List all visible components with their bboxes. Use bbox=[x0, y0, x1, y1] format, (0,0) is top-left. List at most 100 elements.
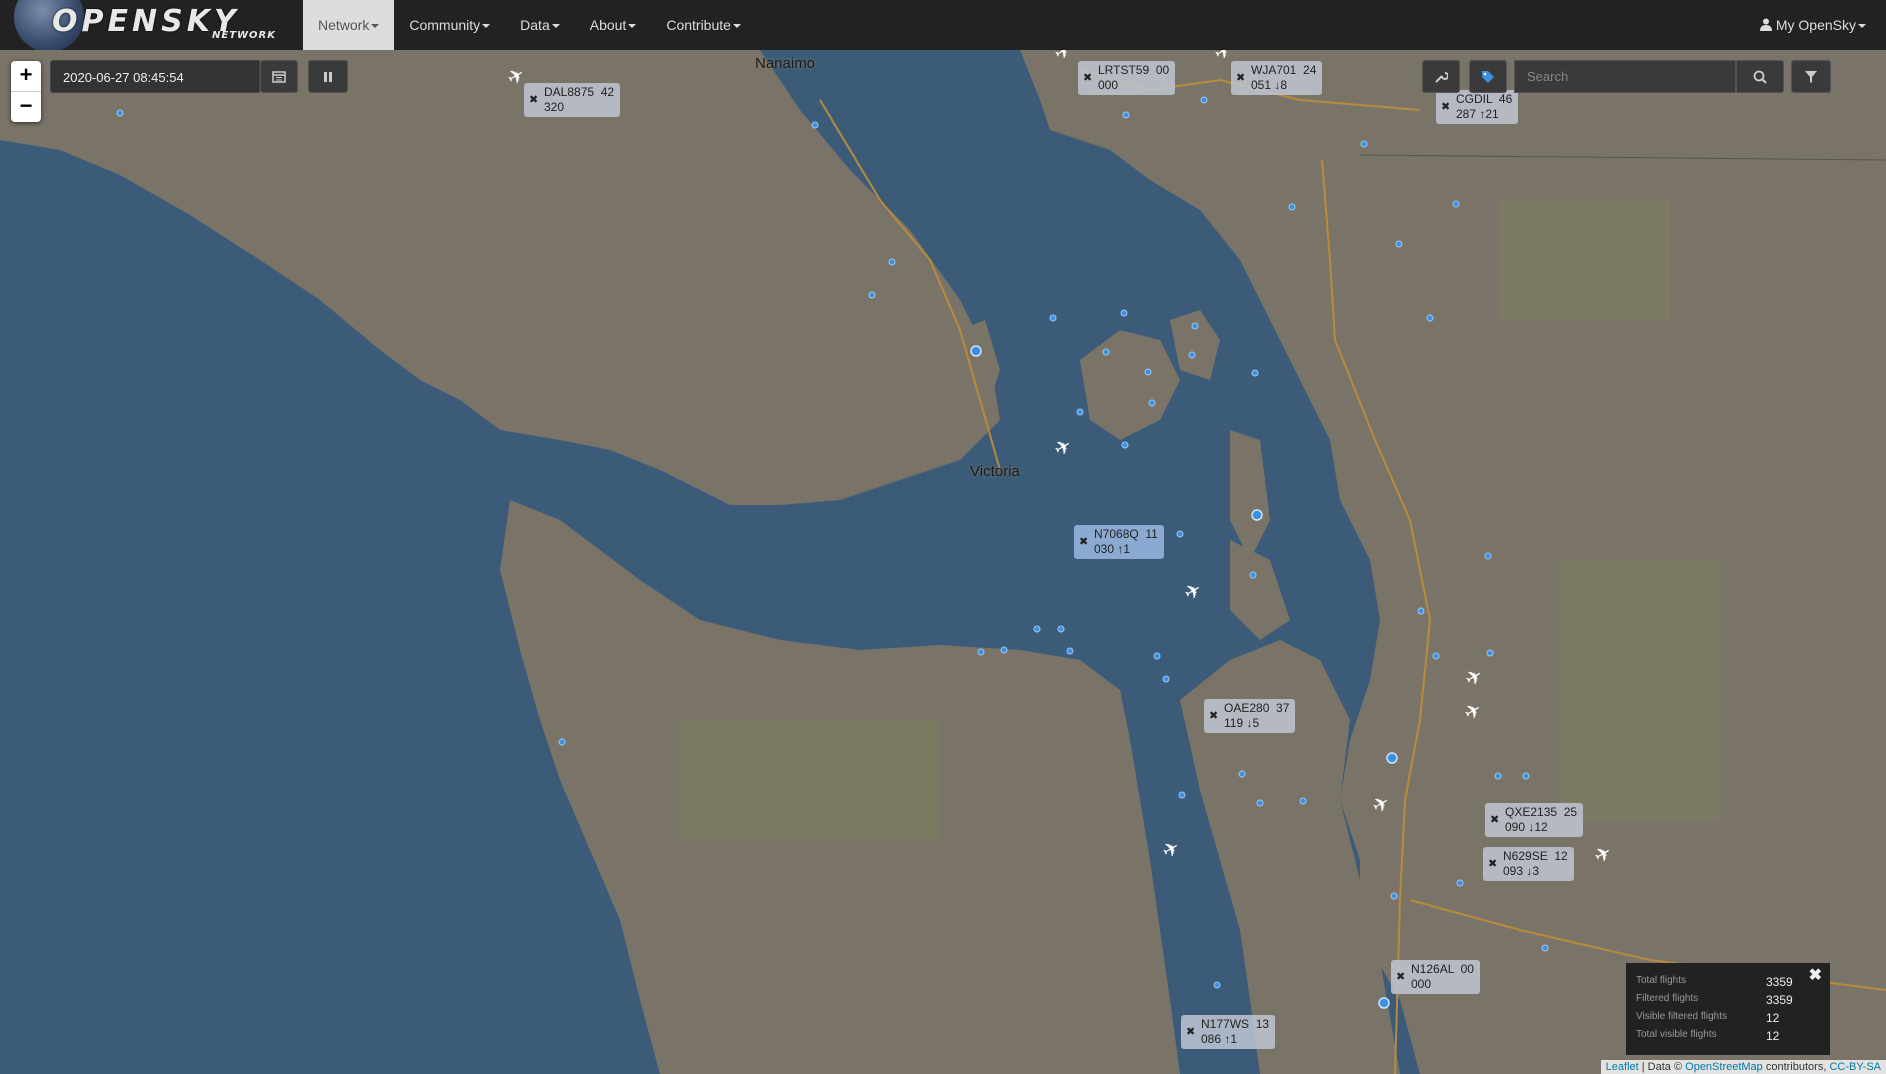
nav-community[interactable]: Community bbox=[394, 0, 505, 50]
receiver-marker bbox=[116, 109, 124, 117]
stat-label: Visible filtered flights bbox=[1636, 1011, 1727, 1022]
stat-value: 3359 bbox=[1766, 993, 1793, 1007]
datetime-display[interactable]: 2020-06-27 08:45:54 bbox=[50, 60, 260, 93]
stat-label: Total visible flights bbox=[1636, 1029, 1717, 1040]
settings-button[interactable] bbox=[1422, 60, 1460, 93]
flight-label[interactable]: ✖ CGDIL 46 287 ↑21 bbox=[1436, 90, 1519, 124]
osm-link[interactable]: OpenStreetMap bbox=[1685, 1061, 1763, 1073]
pin-icon[interactable]: ✖ bbox=[529, 93, 538, 108]
caret-down-icon bbox=[732, 24, 741, 29]
flight-heading: 320 bbox=[544, 100, 565, 114]
flight-label[interactable]: ✖ WJA701 24 051 ↓8 bbox=[1231, 61, 1323, 95]
flight-label[interactable]: ✖ N126AL 00 000 bbox=[1391, 960, 1480, 994]
pin-icon[interactable]: ✖ bbox=[1490, 813, 1499, 828]
my-opensky-label: My OpenSky bbox=[1775, 17, 1856, 33]
flight-label[interactable]: ✖ QXE2135 25 090 ↓12 bbox=[1485, 803, 1584, 837]
pin-icon[interactable]: ✖ bbox=[1396, 970, 1405, 985]
nav-community-label: Community bbox=[409, 17, 481, 33]
receiver-marker bbox=[1144, 368, 1152, 376]
flight-altitude: 00 bbox=[1460, 962, 1474, 976]
flight-heading: 119 ↓5 bbox=[1224, 716, 1260, 730]
nav-network-label: Network bbox=[318, 17, 370, 33]
flight-heading: 000 bbox=[1098, 78, 1119, 92]
receiver-marker bbox=[1432, 652, 1440, 660]
nav-about[interactable]: About bbox=[575, 0, 652, 50]
top-navbar: OPENSKY NETWORK Network Community Data A… bbox=[0, 0, 1886, 50]
receiver-marker bbox=[1122, 111, 1130, 119]
flight-altitude: 42 bbox=[600, 85, 615, 99]
receiver-marker bbox=[1251, 509, 1263, 521]
receiver-marker bbox=[1153, 652, 1161, 660]
flight-label[interactable]: ✖ N177WS 13 086 ↑1 bbox=[1181, 1015, 1276, 1049]
receiver-marker bbox=[811, 121, 819, 129]
pin-icon[interactable]: ✖ bbox=[1441, 100, 1450, 115]
receiver-marker bbox=[970, 345, 982, 357]
license-link[interactable]: CC-BY-SA bbox=[1829, 1061, 1881, 1073]
zoom-out-button[interactable]: − bbox=[11, 92, 41, 122]
nav-data[interactable]: Data bbox=[505, 0, 575, 50]
flight-heading: 287 ↑21 bbox=[1456, 107, 1499, 121]
label-toggle-button[interactable] bbox=[1469, 60, 1507, 93]
flight-callsign: QXE2135 bbox=[1505, 805, 1558, 819]
pin-icon[interactable]: ✖ bbox=[1083, 71, 1092, 86]
receiver-marker bbox=[1148, 399, 1156, 407]
receiver-marker bbox=[1390, 892, 1398, 900]
receiver-marker bbox=[1452, 200, 1460, 208]
search-icon bbox=[1753, 70, 1767, 84]
receiver-marker bbox=[1541, 944, 1549, 952]
receiver-marker bbox=[1249, 571, 1257, 579]
zoom-control: + − bbox=[11, 61, 41, 122]
pin-icon[interactable]: ✖ bbox=[1488, 857, 1497, 872]
filter-button[interactable] bbox=[1791, 60, 1831, 93]
flight-altitude: 12 bbox=[1554, 849, 1568, 863]
flight-label[interactable]: ✖ DAL8875 42 320 bbox=[524, 83, 621, 117]
search-button[interactable] bbox=[1736, 60, 1784, 93]
caret-down-icon bbox=[371, 24, 380, 29]
pin-icon[interactable]: ✖ bbox=[1236, 71, 1245, 86]
pin-icon[interactable]: ✖ bbox=[1209, 709, 1218, 724]
flight-label[interactable]: ✖ N629SE 12 093 ↓3 bbox=[1483, 847, 1574, 881]
stat-value: 12 bbox=[1766, 1029, 1780, 1043]
receiver-marker bbox=[1102, 348, 1110, 356]
flight-map[interactable]: Nanaimo Victoria ✈ ✈ ✈ ✈ ✈ ✈ ✈ ✈ ✈ ✈ ✖ DA… bbox=[0, 50, 1886, 1074]
pause-button[interactable] bbox=[308, 60, 348, 93]
map-label-nanaimo: Nanaimo bbox=[755, 55, 816, 72]
flight-altitude: 24 bbox=[1303, 63, 1317, 77]
pin-icon[interactable]: ✖ bbox=[1186, 1025, 1195, 1040]
flight-callsign: N629SE bbox=[1503, 849, 1548, 863]
pin-icon[interactable]: ✖ bbox=[1079, 535, 1088, 550]
flight-altitude: 37 bbox=[1276, 701, 1290, 715]
user-icon bbox=[1759, 18, 1772, 31]
receiver-marker bbox=[1417, 607, 1425, 615]
flight-callsign: DAL8875 bbox=[544, 85, 595, 99]
nav-contribute[interactable]: Contribute bbox=[651, 0, 756, 50]
receiver-marker bbox=[1076, 408, 1084, 416]
my-opensky-menu[interactable]: My OpenSky bbox=[1759, 0, 1866, 50]
receiver-marker bbox=[977, 648, 985, 656]
logo-subtext: NETWORK bbox=[212, 30, 277, 41]
search-input[interactable] bbox=[1514, 60, 1736, 93]
caret-down-icon bbox=[482, 24, 491, 29]
flight-label-selected[interactable]: ✖ N7068Q 11 030 ↑1 bbox=[1074, 525, 1164, 559]
flight-callsign: CGDIL bbox=[1456, 92, 1493, 106]
flight-label[interactable]: ✖ LRTST59 00 000 bbox=[1078, 61, 1176, 95]
opensky-logo[interactable]: OPENSKY NETWORK bbox=[14, 0, 294, 50]
receiver-marker bbox=[1057, 625, 1065, 633]
receiver-marker bbox=[1213, 981, 1221, 989]
receiver-marker bbox=[1256, 799, 1264, 807]
receiver-marker bbox=[1386, 752, 1398, 764]
flight-heading: 086 ↑1 bbox=[1201, 1032, 1238, 1046]
flight-altitude: 46 bbox=[1498, 92, 1513, 106]
receiver-marker bbox=[1120, 309, 1128, 317]
receiver-marker bbox=[1121, 441, 1129, 449]
zoom-in-button[interactable]: + bbox=[11, 61, 41, 92]
receiver-marker bbox=[1066, 647, 1074, 655]
receiver-marker bbox=[1299, 797, 1307, 805]
calendar-button[interactable] bbox=[260, 60, 298, 93]
flight-stats-panel: ✖ Total flights 3359 Filtered flights 3359… bbox=[1626, 963, 1830, 1055]
flight-label[interactable]: ✖ OAE280 37 119 ↓5 bbox=[1204, 699, 1296, 733]
flight-heading: 090 ↓12 bbox=[1505, 820, 1548, 834]
leaflet-link[interactable]: Leaflet bbox=[1606, 1061, 1639, 1073]
receiver-marker bbox=[1494, 772, 1502, 780]
nav-network[interactable]: Network bbox=[303, 0, 395, 50]
